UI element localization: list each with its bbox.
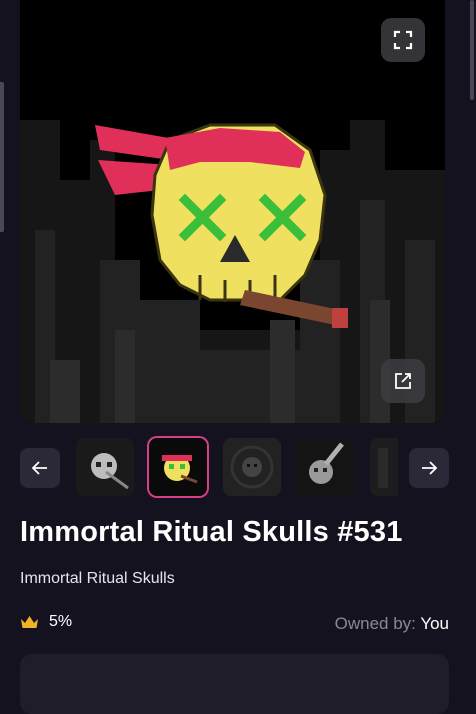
owner-name[interactable]: You	[420, 614, 449, 633]
owned-by-label: Owned by:	[334, 614, 416, 633]
thumbnail-1[interactable]	[76, 438, 134, 496]
details-panel	[20, 654, 449, 714]
nft-title: Immortal Ritual Skulls #531	[20, 516, 403, 548]
next-button[interactable]	[409, 448, 449, 488]
thumbnail-2[interactable]	[149, 438, 207, 496]
rarity-badge: 5%	[20, 613, 72, 631]
external-link-icon	[395, 373, 411, 389]
collection-link[interactable]: Immortal Ritual Skulls	[20, 570, 175, 588]
fullscreen-button[interactable]	[381, 18, 425, 62]
fullscreen-icon	[393, 30, 413, 50]
thumbnail-image	[76, 438, 134, 496]
rarity-value: 5%	[49, 613, 73, 630]
thumbnail-image	[149, 438, 207, 496]
thumbnail-3[interactable]	[223, 438, 281, 496]
arrow-right-icon	[422, 461, 438, 475]
thumbnail-carousel	[20, 438, 449, 498]
thumbnail-image	[296, 438, 354, 496]
skull-artwork-image	[20, 0, 445, 423]
previous-button[interactable]	[20, 448, 60, 488]
owner-info: Owned by: You	[335, 614, 449, 634]
thumbnail-image	[370, 438, 398, 496]
thumbnail-image	[223, 438, 281, 496]
nft-artwork	[20, 0, 445, 423]
open-external-button[interactable]	[381, 359, 425, 403]
arrow-left-icon	[31, 461, 47, 475]
left-scrollbar[interactable]	[0, 82, 4, 232]
crown-icon	[21, 616, 38, 628]
thumbnail-5[interactable]	[370, 438, 398, 496]
thumbnail-4[interactable]	[296, 438, 354, 496]
right-scrollbar[interactable]	[470, 0, 474, 100]
